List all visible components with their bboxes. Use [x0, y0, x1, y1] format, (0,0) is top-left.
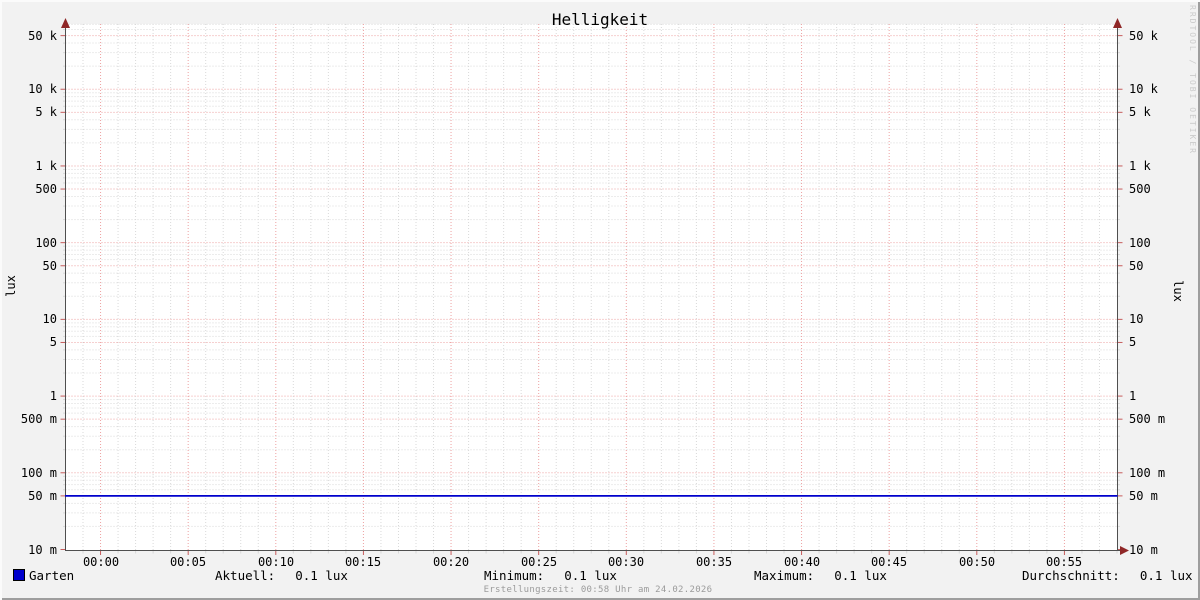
- stat-minimum-value: 0.1 lux: [564, 568, 617, 583]
- stat-maximum: Maximum: 0.1 lux: [754, 568, 887, 583]
- stat-aktuell-value: 0.1 lux: [295, 568, 348, 583]
- stat-durchschnitt: Durchschnitt: 0.1 lux: [1022, 568, 1193, 583]
- stat-aktuell-label: Aktuell:: [215, 568, 276, 583]
- stat-minimum-label: Minimum:: [484, 568, 545, 583]
- legend-row: Garten Aktuell: 0.1 lux Minimum: 0.1 lux M…: [0, 0, 1200, 600]
- stat-aktuell: Aktuell: 0.1 lux: [215, 568, 348, 583]
- creation-timestamp: Erstellungszeit: 00:58 Uhr am 24.02.2026: [483, 585, 713, 595]
- stat-minimum: Minimum: 0.1 lux: [484, 568, 617, 583]
- series-color-swatch: [13, 569, 25, 581]
- stat-maximum-value: 0.1 lux: [834, 568, 887, 583]
- stat-durchschnitt-value: 0.1 lux: [1139, 568, 1193, 583]
- stat-durchschnitt-label: Durchschnitt:: [1022, 568, 1120, 583]
- stat-maximum-label: Maximum:: [754, 568, 815, 583]
- series-name-label: Garten: [29, 568, 75, 583]
- rrd-graph: Helligkeit 50 k 10 k5 k1 k 500 100 50 10 5 1 500…: [0, 0, 1200, 600]
